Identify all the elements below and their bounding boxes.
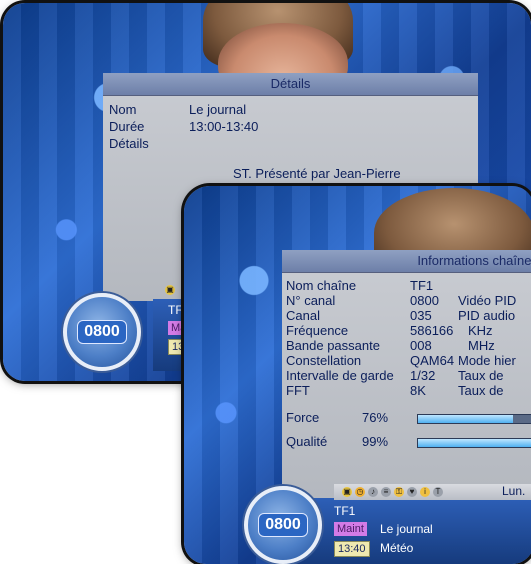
info-value: 586166 [410,323,454,338]
info-value: 035 [410,308,432,323]
info-value: 008 [410,338,432,353]
front-day: Lun. [502,484,526,498]
clock-icon: ◷ [355,487,365,497]
info-extra: KHz [468,323,493,338]
subtitle-icon: ≡ [381,487,391,497]
force-meter-fill [418,415,513,423]
info-label: N° canal [286,293,336,308]
info-value: QAM64 [410,353,455,368]
info-value: 0800 [410,293,439,308]
info-label: Intervalle de garde [286,368,394,383]
info-extra: Taux de [458,383,504,398]
front-status-icons: ▣ ◷ ♪ ≡ ⚿ ♥ i T [342,487,443,497]
tv-icon: ▣ [165,285,175,295]
details-duration-label: Durée [109,119,145,134]
lock-icon: ⚿ [394,487,404,497]
back-status-icons: ▣ [165,285,175,295]
info-label: Fréquence [286,323,349,338]
info-extra: Mode hier [458,353,516,368]
info-panel-title: Informations chaînes [282,250,531,273]
info-label: Canal [286,308,320,323]
info-label: FFT [286,383,310,398]
info-value: 8K [410,383,426,398]
front-time-chip: 13:40 [334,541,370,557]
audio-icon: ♪ [368,487,378,497]
info-value: TF1 [410,278,434,293]
teletext-icon: T [433,487,443,497]
front-screen: Informations chaînes Nom chaîne TF1 N° c… [184,186,531,564]
quality-meter [417,438,531,448]
front-program-now: Le journal [380,522,433,536]
tv-icon: ▣ [342,487,352,497]
info-extra: Vidéo PID [458,293,517,308]
info-label: Constellation [286,353,362,368]
front-channel-name: TF1 [334,504,356,518]
info-extra: PID audio [458,308,516,323]
back-channel-number: 0800 [77,320,127,344]
back-channel-logo: 0800 [63,293,141,371]
info-panel: Informations chaînes Nom chaîne TF1 N° c… [282,250,531,498]
info-extra: MHz [468,338,495,353]
quality-meter-fill [418,439,531,447]
quality-value: 99% [362,434,389,449]
details-name-label: Nom [109,102,137,117]
info-label: Bande passante [286,338,380,353]
force-label: Force [286,410,320,425]
info-extra: Taux de [458,368,504,383]
info-icon: i [420,487,430,497]
details-panel-title: Détails [103,73,478,96]
favorite-icon: ♥ [407,487,417,497]
force-meter [417,414,531,424]
info-label: Nom chaîne [286,278,357,293]
details-name-value: Le journal [189,102,247,117]
front-maint-chip: Maint [334,522,367,536]
details-description: ST. Présenté par Jean-Pierre [233,166,401,181]
force-value: 76% [362,410,389,425]
details-details-label: Détails [109,136,149,151]
front-channel-number: 0800 [258,513,308,537]
quality-label: Qualité [286,434,328,449]
info-value: 1/32 [410,368,436,383]
front-channel-logo: 0800 [244,486,322,564]
details-duration-value: 13:00-13:40 [189,119,259,134]
front-program-next: Météo [380,541,414,555]
